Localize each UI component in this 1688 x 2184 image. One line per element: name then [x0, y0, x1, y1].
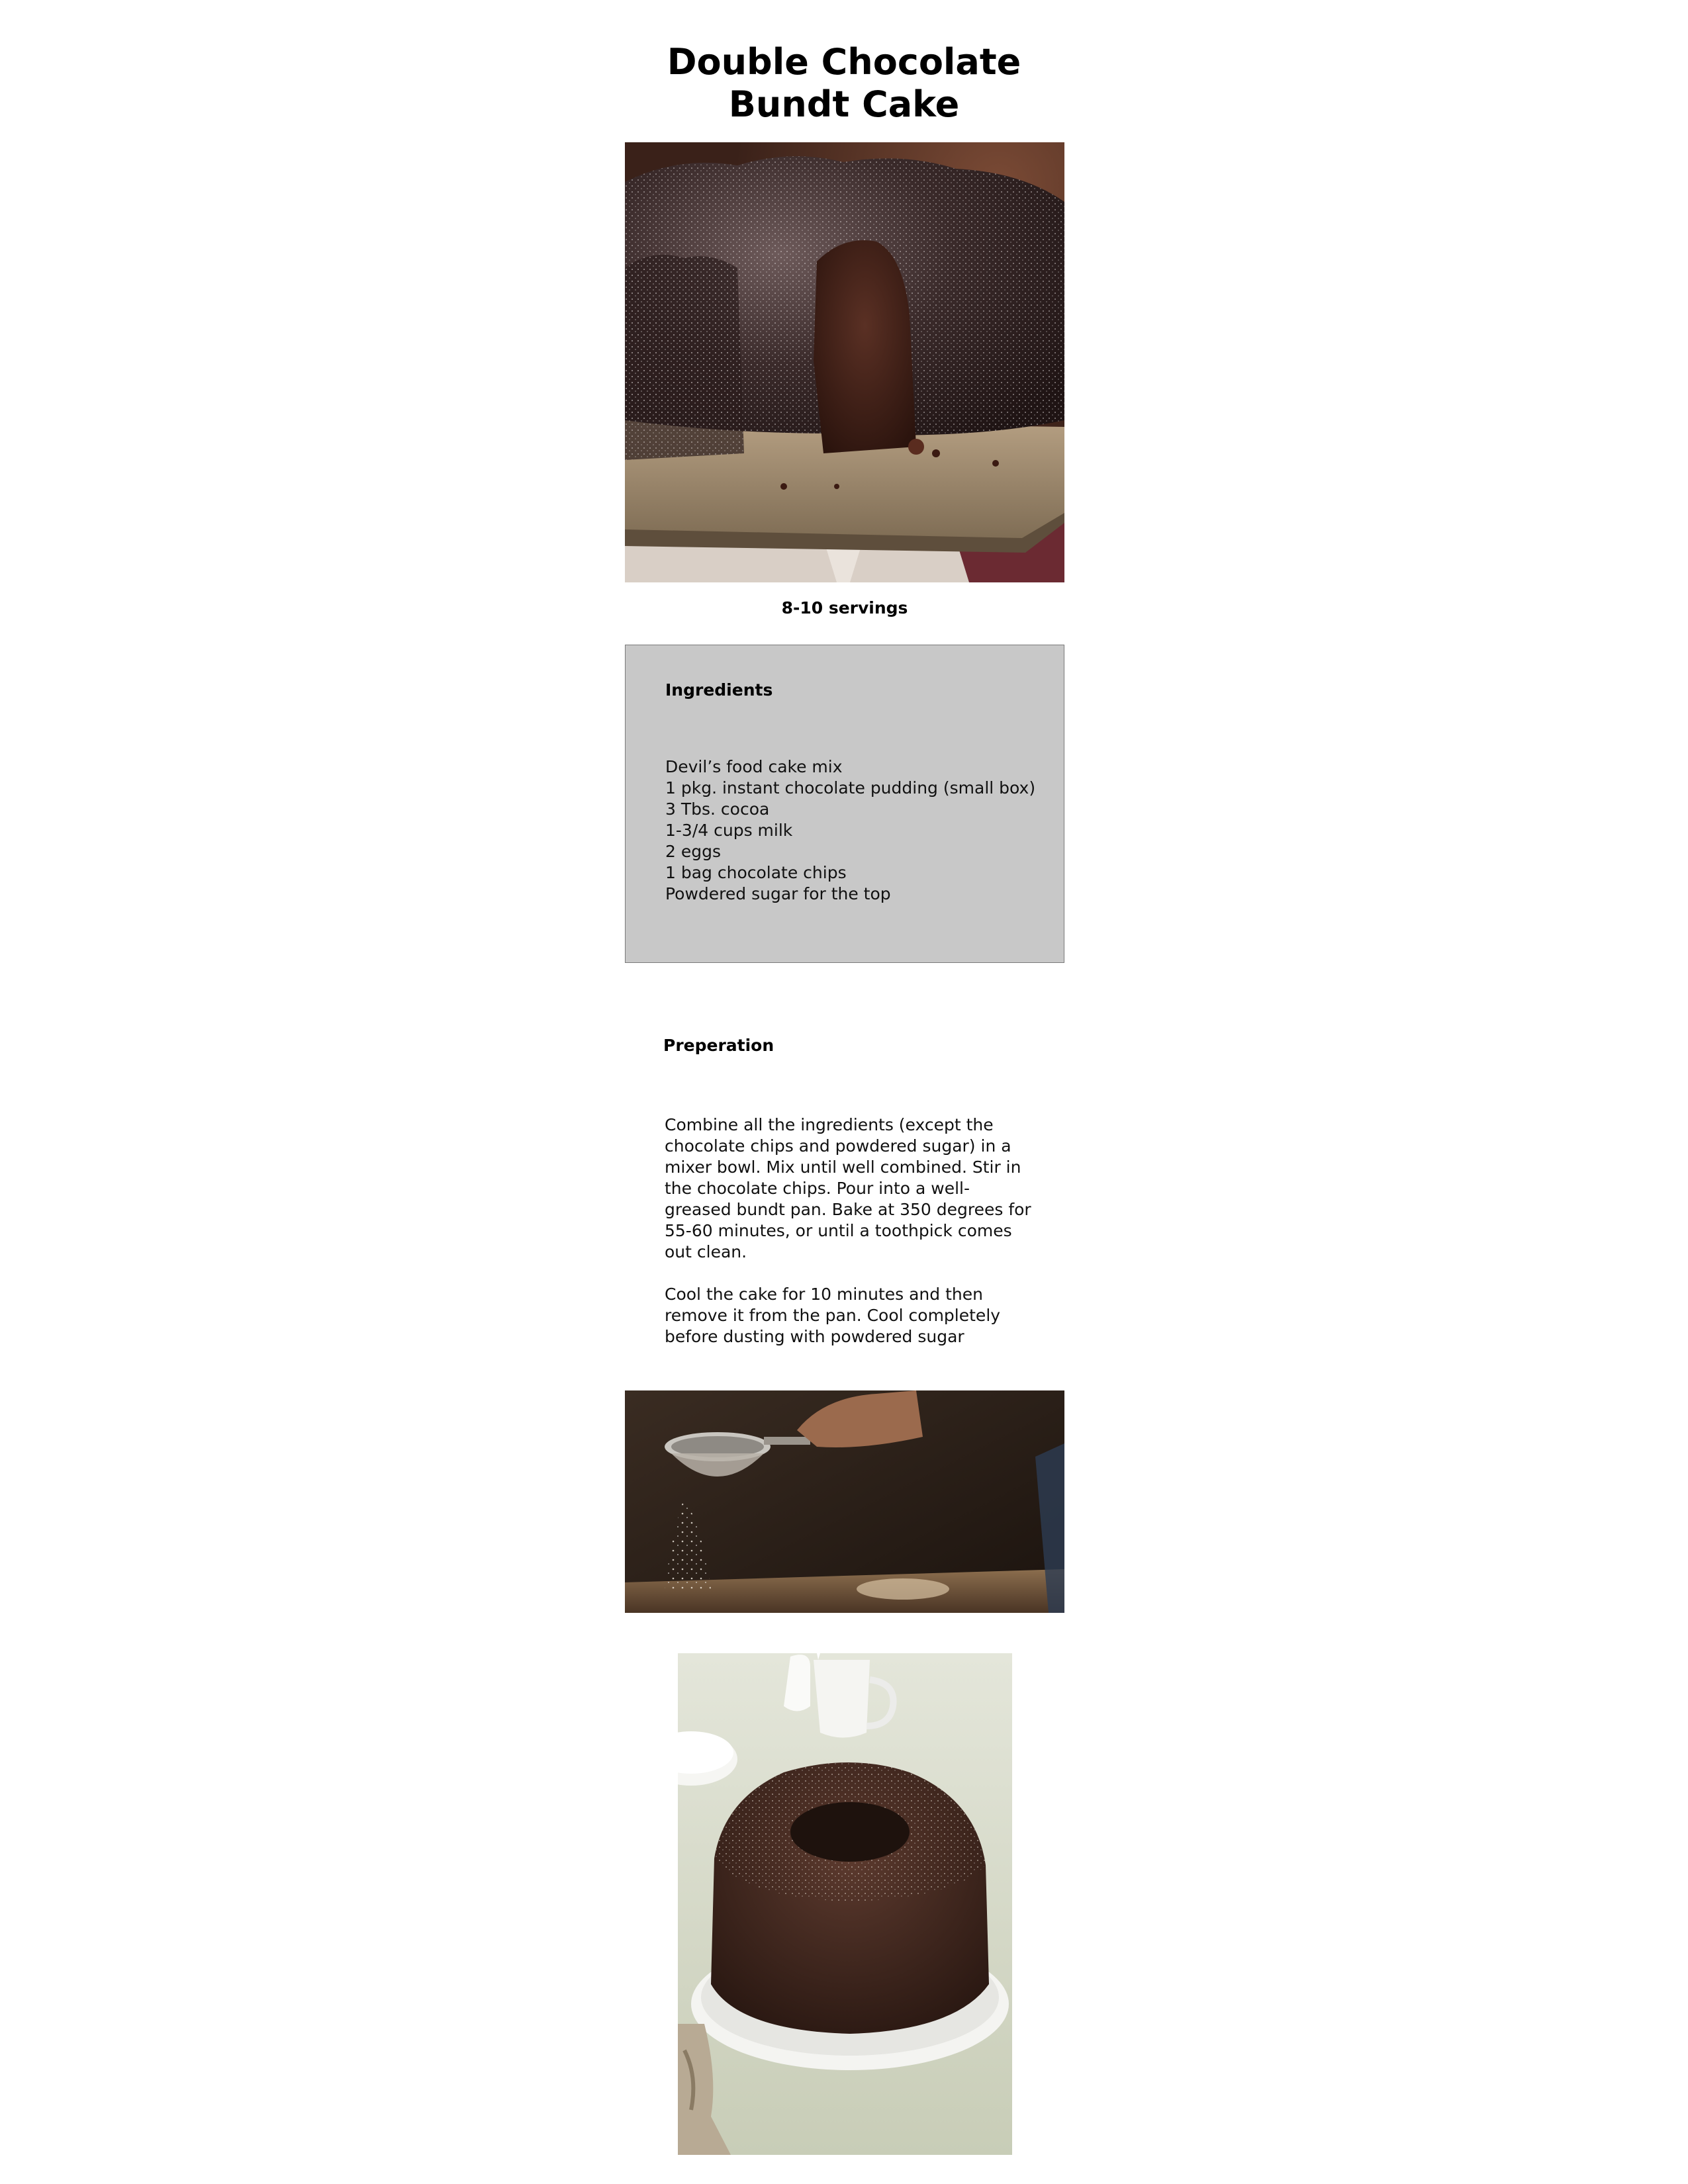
ingredient-item: Devil’s food cake mix — [665, 757, 843, 776]
recipe-title: Double Chocolate Bundt Cake — [0, 41, 1688, 126]
ingredient-item: 1 pkg. instant chocolate pudding (small … — [665, 778, 1036, 797]
recipe-title-line-1: Double Chocolate — [667, 41, 1021, 83]
sifter-photo — [625, 1390, 1064, 1613]
ingredient-item: 3 Tbs. cocoa — [665, 799, 770, 819]
preparation-paragraph: Cool the cake for 10 minutes and then re… — [665, 1285, 1001, 1346]
ingredient-item: 2 eggs — [665, 842, 721, 861]
ingredient-item: 1 bag chocolate chips — [665, 863, 847, 882]
whole-cake-photo — [678, 1653, 1012, 2155]
ingredient-list: Devil’s food cake mix 1 pkg. instant cho… — [665, 756, 1035, 905]
preparation-paragraph: Combine all the ingredients (except the … — [665, 1115, 1031, 1261]
preparation-heading: Preperation — [663, 1036, 774, 1055]
recipe-title-line-2: Bundt Cake — [728, 83, 960, 125]
servings-label: 8-10 servings — [781, 598, 908, 617]
ingredients-heading: Ingredients — [665, 680, 773, 700]
cake-slice-photo — [625, 142, 1064, 582]
ingredient-item: 1-3/4 cups milk — [665, 821, 793, 840]
ingredients-panel: Ingredients Devil’s food cake mix 1 pkg.… — [625, 645, 1064, 963]
ingredient-item: Powdered sugar for the top — [665, 884, 891, 903]
